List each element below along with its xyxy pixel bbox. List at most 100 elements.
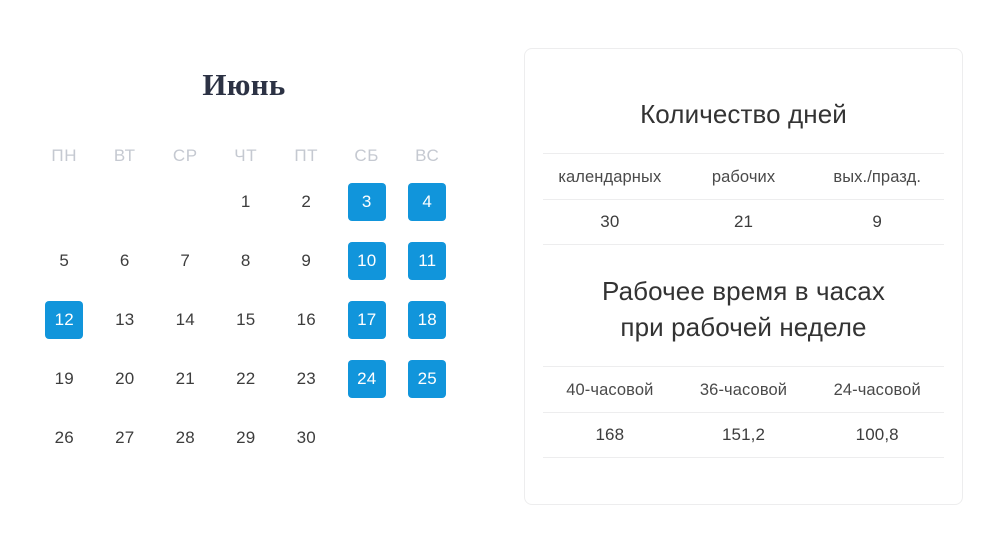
calendar-day-cell	[397, 408, 458, 467]
calendar-week-row: 12 13 14 15 16 17 18	[34, 290, 458, 349]
days-value-calendar: 30	[600, 212, 620, 231]
hours-value-24: 100,8	[855, 425, 899, 444]
weekday-label-tue: ВТ	[113, 145, 136, 165]
hours-value-40: 168	[595, 425, 625, 444]
days-value-working: 21	[733, 212, 754, 231]
calendar-day[interactable]: 16	[287, 301, 325, 339]
calendar-day[interactable]: 20	[106, 360, 144, 398]
calendar-day-cell: 24	[337, 349, 398, 408]
weekday-label-thu: ЧТ	[234, 145, 258, 165]
calendar-day[interactable]: 19	[45, 360, 83, 398]
calendar-day-cell	[95, 172, 156, 231]
calendar-day[interactable]: 28	[166, 419, 204, 457]
calendar-day[interactable]: 6	[106, 242, 144, 280]
days-header-calendar: календарных	[558, 168, 662, 186]
calendar-day[interactable]: 9	[287, 242, 325, 280]
calendar-day-cell: 16	[276, 290, 337, 349]
calendar-day-cell: 13	[95, 290, 156, 349]
calendar-week-row: 19 20 21 22 23 24 25	[34, 349, 458, 408]
weekday-header-cell: ВТ	[95, 138, 156, 172]
calendar-day[interactable]: 22	[227, 360, 265, 398]
calendar-day[interactable]: 21	[166, 360, 204, 398]
calendar-day-cell: 9	[276, 231, 337, 290]
calendar-day[interactable]: 24	[347, 359, 386, 398]
working-hours-table: 40-часовой 36-часовой 24-часовой 168 151…	[543, 366, 944, 458]
month-calendar: Июнь ПН ВТ СР ЧТ ПТ СБ ВС 1 2 3 4 5 6 7 …	[0, 0, 494, 535]
hours-header-40: 40-часовой	[566, 381, 654, 399]
calendar-day[interactable]: 7	[166, 242, 204, 280]
calendar-day[interactable]: 4	[408, 182, 447, 221]
working-hours-title-line1: Рабочее время в часах	[602, 276, 885, 306]
working-hours-title-line2: при рабочей неделе	[620, 312, 867, 342]
calendar-day-cell: 28	[155, 408, 216, 467]
calendar-day[interactable]: 26	[45, 419, 83, 457]
calendar-day[interactable]: 12	[45, 300, 84, 339]
calendar-day[interactable]: 29	[227, 419, 265, 457]
calendar-day[interactable]: 10	[347, 241, 386, 280]
calendar-day-cell: 3	[337, 172, 398, 231]
calendar-day-cell: 17	[337, 290, 398, 349]
calendar-day-cell: 15	[216, 290, 277, 349]
working-hours-title: Рабочее время в часах при рабочей неделе	[543, 273, 944, 345]
calendar-day-cell: 26	[34, 408, 95, 467]
weekday-label-sat: СБ	[354, 145, 380, 165]
calendar-day-cell: 23	[276, 349, 337, 408]
calendar-day[interactable]: 5	[45, 242, 83, 280]
calendar-grid: ПН ВТ СР ЧТ ПТ СБ ВС 1 2 3 4 5 6 7 8 9 1…	[34, 138, 458, 467]
calendar-day[interactable]: 18	[408, 300, 447, 339]
calendar-day-cell: 4	[397, 172, 458, 231]
weekday-header-cell: ПН	[34, 138, 95, 172]
calendar-day-cell: 21	[155, 349, 216, 408]
hours-header-36: 36-часовой	[699, 381, 788, 399]
calendar-day[interactable]: 30	[287, 419, 325, 457]
calendar-day-cell: 25	[397, 349, 458, 408]
summary-card-body: Количество дней календарных рабочих вых.…	[525, 96, 962, 535]
calendar-day-cell	[155, 172, 216, 231]
calendar-week-row: 26 27 28 29 30	[34, 408, 458, 467]
calendar-day-cell: 27	[95, 408, 156, 467]
calendar-day[interactable]: 8	[227, 242, 265, 280]
calendar-day-cell: 7	[155, 231, 216, 290]
calendar-day[interactable]: 23	[287, 360, 325, 398]
hours-value-36: 151,2	[721, 425, 766, 444]
weekday-header-cell: ВС	[397, 138, 458, 172]
calendar-week-row: 5 6 7 8 9 10 11	[34, 231, 458, 290]
calendar-day-cell: 12	[34, 290, 95, 349]
calendar-day-cell: 5	[34, 231, 95, 290]
calendar-day-cell: 29	[216, 408, 277, 467]
calendar-day[interactable]: 27	[106, 419, 144, 457]
weekday-header-cell: СР	[155, 138, 216, 172]
calendar-day[interactable]: 25	[408, 359, 447, 398]
calendar-day-cell	[337, 408, 398, 467]
calendar-day[interactable]: 3	[347, 182, 386, 221]
calendar-day-cell	[34, 172, 95, 231]
calendar-day-cell: 22	[216, 349, 277, 408]
calendar-day[interactable]: 13	[106, 301, 144, 339]
weekday-header-cell: ПТ	[276, 138, 337, 172]
working-hours-header-row: 40-часовой 36-часовой 24-часовой	[543, 367, 944, 413]
calendar-week-row: 1234	[34, 172, 458, 231]
calendar-day-cell: 14	[155, 290, 216, 349]
calendar-day-cell: 19	[34, 349, 95, 408]
calendar-day[interactable]: 17	[347, 300, 386, 339]
calendar-day[interactable]: 2	[287, 183, 325, 221]
calendar-day-cell: 6	[95, 231, 156, 290]
calendar-day[interactable]: 14	[166, 301, 204, 339]
days-value-holidays: 9	[872, 212, 882, 231]
days-header-holidays: вых./празд.	[833, 168, 922, 186]
weekday-label-mon: ПН	[51, 145, 78, 165]
calendar-day-cell: 1	[216, 172, 277, 231]
calendar-day[interactable]: 15	[227, 301, 265, 339]
weekday-header-cell: СБ	[337, 138, 398, 172]
working-hours-value-row: 168 151,2 100,8	[543, 413, 944, 458]
calendar-weeks: 1 2 3 4 5 6 7 8 9 10 11 12 13 14 15 16 17 18 19 20 21 22 23 24 2…	[34, 172, 458, 467]
weekday-header-cell: ЧТ	[216, 138, 277, 172]
calendar-month-title: Июнь	[202, 67, 286, 102]
calendar-day-cell: 20	[95, 349, 156, 408]
calendar-day[interactable]: 1	[227, 183, 265, 221]
calendar-day[interactable]: 11	[408, 241, 447, 280]
calendar-day-cell: 10	[337, 231, 398, 290]
calendar-day-cell: 8	[216, 231, 277, 290]
days-header-working: рабочих	[711, 168, 776, 186]
calendar-day-cell: 11	[397, 231, 458, 290]
